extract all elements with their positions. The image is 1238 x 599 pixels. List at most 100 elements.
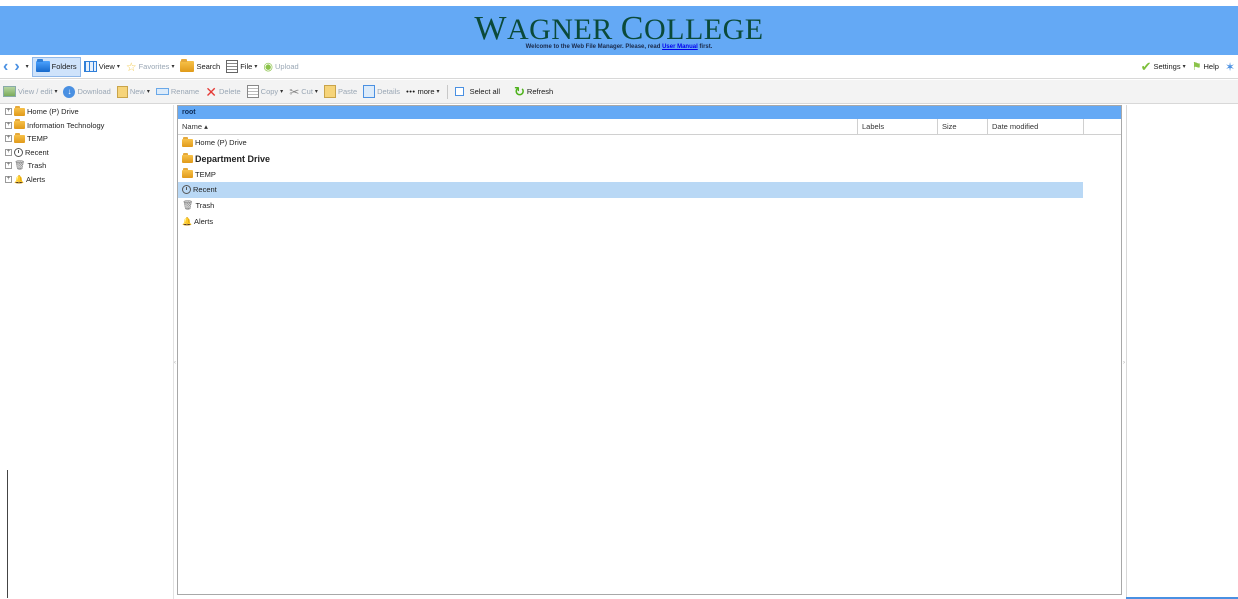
expand-icon[interactable]: + (5, 108, 12, 116)
new-file-icon (116, 85, 128, 98)
trash-icon: 🗑 (14, 160, 26, 171)
history-dropdown[interactable]: ▾ (23, 57, 32, 77)
expand-icon[interactable]: + (5, 148, 12, 156)
forward-button[interactable]: › (11, 57, 22, 77)
search-button[interactable]: Search (177, 57, 223, 77)
list-item-recent[interactable]: Recent (178, 182, 1083, 198)
back-button[interactable]: ‹ (0, 57, 11, 77)
refresh-label: Refresh (526, 87, 554, 96)
cut-button[interactable]: ✂ Cut ▾ (286, 82, 321, 102)
bell-icon: 🔔 (14, 174, 24, 184)
tree-item-label: Home (P) Drive (27, 107, 79, 117)
settings-button[interactable]: ✔ Settings ▾ (1138, 57, 1189, 77)
upload-button[interactable]: ◉ Upload (260, 57, 301, 77)
cut-label: Cut (301, 87, 313, 96)
file-button[interactable]: File ▾ (223, 57, 260, 77)
column-header-name[interactable]: Name ▴ (178, 119, 858, 134)
list-item-label: Trash (195, 201, 215, 211)
tree-item-trash[interactable]: + 🗑 Trash (0, 159, 173, 173)
view-edit-button[interactable]: View / edit ▾ (0, 82, 60, 102)
list-item-trash[interactable]: 🗑 Trash (178, 198, 1083, 214)
caret-down-icon: ▾ (116, 64, 120, 70)
list-item-label: Home (P) Drive (195, 138, 247, 148)
expand-icon[interactable]: + (5, 121, 12, 129)
list-item-label: TEMP (195, 169, 216, 179)
toolbar-divider (446, 84, 448, 99)
caret-down-icon: ▾ (146, 89, 150, 95)
college-logo: WAGNER COLLEGE (474, 10, 764, 47)
list-item-home-drive[interactable]: Home (P) Drive (178, 135, 1083, 151)
delete-button[interactable]: ✕ Delete (202, 82, 243, 102)
select-all-button[interactable]: Select all (452, 82, 503, 102)
help-icon: ⚑ (1191, 61, 1202, 73)
tree-item-recent[interactable]: + Recent (0, 146, 173, 160)
caret-down-icon: ▾ (171, 64, 175, 70)
list-item-label: Alerts (193, 216, 214, 226)
expand-icon[interactable]: + (5, 135, 12, 143)
tree-item-alerts[interactable]: + 🔔 Alerts (0, 173, 173, 187)
tree-item-label: Alerts (25, 174, 46, 184)
column-header-size[interactable]: Size (938, 119, 988, 134)
column-header-date-modified[interactable]: Date modified (988, 119, 1084, 134)
download-button[interactable]: ↓ Download (60, 82, 113, 102)
list-item-label: Department Drive (195, 153, 271, 164)
details-pane (1126, 105, 1238, 599)
delete-label: Delete (218, 87, 241, 96)
paste-icon (323, 85, 336, 98)
details-button[interactable]: Details (360, 82, 403, 102)
rename-button[interactable]: Rename (153, 82, 202, 102)
caret-down-icon: ▾ (436, 89, 440, 95)
runner-icon: ✶ (1224, 59, 1235, 74)
folder-tree: + Home (P) Drive + Information Technolog… (0, 105, 174, 599)
list-item-label: Recent (193, 185, 217, 195)
left-edge-line (7, 470, 8, 598)
tree-item-home-drive[interactable]: + Home (P) Drive (0, 105, 173, 119)
help-button[interactable]: ⚑ Help (1189, 57, 1222, 77)
paste-button[interactable]: Paste (321, 82, 360, 102)
tree-item-label: Information Technology (27, 120, 105, 130)
select-all-checkbox[interactable] (454, 87, 464, 96)
refresh-button[interactable]: ↻ Refresh (511, 82, 556, 102)
user-manual-link[interactable]: User Manual (662, 44, 698, 50)
more-label: more (417, 87, 435, 96)
list-item-department-drive[interactable]: Department Drive (178, 151, 1083, 167)
tree-item-information-technology[interactable]: + Information Technology (0, 119, 173, 133)
caret-down-icon: ▾ (54, 89, 58, 95)
clock-icon (14, 147, 23, 157)
folder-icon (14, 119, 25, 130)
expand-icon[interactable]: + (5, 175, 12, 183)
star-icon: ☆ (125, 59, 137, 74)
copy-label: Copy (260, 87, 279, 96)
caret-down-icon: ▾ (25, 64, 29, 70)
list-item-temp[interactable]: TEMP (178, 166, 1083, 182)
download-label: Download (77, 87, 111, 96)
download-icon: ↓ (63, 85, 76, 98)
view-edit-label: View / edit (18, 87, 53, 96)
file-label: File (240, 62, 253, 71)
current-path: root (178, 106, 1121, 119)
more-button[interactable]: ••• more ▾ (403, 82, 443, 102)
new-button[interactable]: New ▾ (114, 82, 153, 102)
action-toolbar: View / edit ▾ ↓ Download New ▾ Rename ✕ De… (0, 80, 1238, 104)
folder-icon (14, 105, 25, 116)
view-button[interactable]: View ▾ (81, 57, 123, 77)
column-header-labels[interactable]: Labels (858, 119, 938, 134)
list-item-alerts[interactable]: 🔔 Alerts (178, 213, 1083, 229)
favorites-button[interactable]: ☆ Favorites ▾ (123, 57, 178, 77)
caret-down-icon: ▾ (280, 89, 284, 95)
folders-button[interactable]: Folders (31, 56, 81, 77)
search-folder-icon (180, 59, 195, 72)
paste-label: Paste (337, 87, 358, 96)
tree-item-temp[interactable]: + TEMP (0, 132, 173, 146)
image-icon (3, 86, 16, 97)
logout-button[interactable]: ✶ (1222, 57, 1238, 77)
tree-item-label: Trash (27, 161, 47, 171)
caret-down-icon: ▾ (314, 89, 318, 95)
globe-icon: ◉ (263, 61, 273, 73)
expand-icon[interactable]: + (5, 162, 12, 170)
copy-button[interactable]: Copy ▾ (244, 82, 287, 102)
copy-icon (246, 85, 259, 98)
new-label: New (129, 87, 145, 96)
caret-down-icon: ▾ (1182, 64, 1186, 70)
bell-icon: 🔔 (182, 216, 192, 226)
